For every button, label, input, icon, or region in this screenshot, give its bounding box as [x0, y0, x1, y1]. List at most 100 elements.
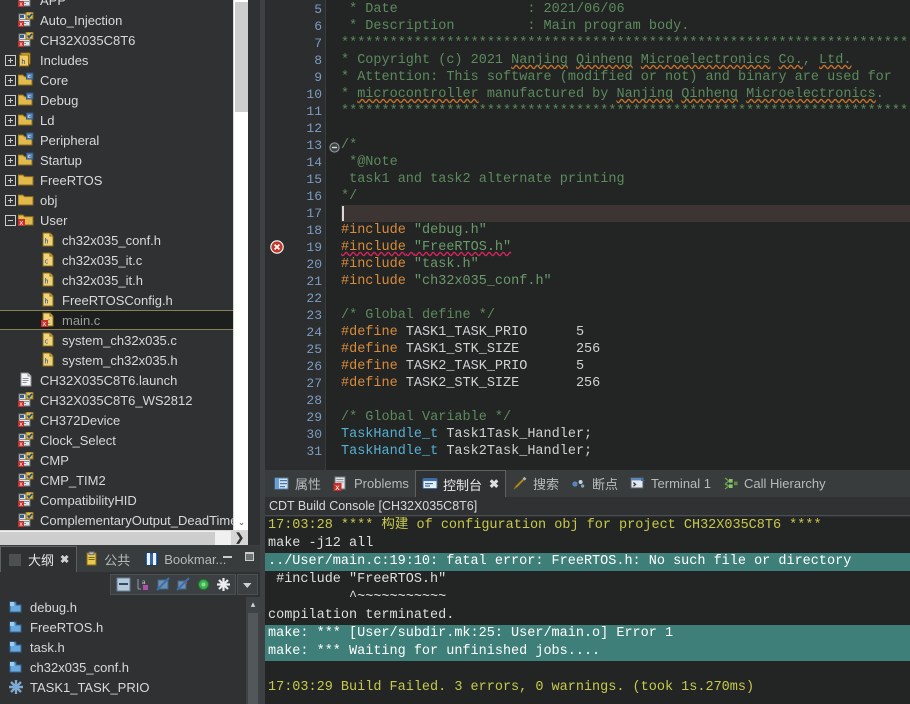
code-line[interactable]: *@Note: [341, 154, 910, 171]
code-line[interactable]: #include "debug.h": [341, 222, 910, 239]
tree-item[interactable]: CH32X035C8T6.launch: [0, 370, 233, 390]
console-tab-属性[interactable]: 属性: [268, 470, 327, 497]
console-error-line[interactable]: ../User/main.c:19:10: fatal error: FreeR…: [265, 553, 910, 571]
console-line[interactable]: compilation terminated.: [265, 607, 910, 625]
console-line[interactable]: make -j12 all: [265, 535, 910, 553]
close-icon[interactable]: ✖: [60, 553, 69, 566]
outline-item[interactable]: ch32x035_conf.h: [0, 657, 260, 677]
code-line[interactable]: * Attention: This software (modified or …: [341, 69, 910, 86]
tree-item[interactable]: c ch32x035_it.c: [0, 250, 233, 270]
tree-item[interactable]: h ch32x035_it.h: [0, 270, 233, 290]
code-line[interactable]: TaskHandle_t Task1Task_Handler;: [341, 426, 910, 443]
error-marker-icon[interactable]: [270, 240, 284, 254]
scrollbar-thumb[interactable]: [248, 613, 258, 704]
scrollbar-thumb[interactable]: [235, 2, 248, 112]
code-line[interactable]: #define TASK2_TASK_PRIO 5: [341, 358, 910, 375]
code-line[interactable]: #define TASK1_TASK_PRIO 5: [341, 324, 910, 341]
code-line[interactable]: * Copyright (c) 2021 Nanjing Qinheng Mic…: [341, 52, 910, 69]
outline-tab-公共[interactable]: 公共: [77, 546, 137, 572]
code-line[interactable]: #include "FreeRTOS.h": [341, 239, 910, 256]
tree-item[interactable]: FreeRTOS: [0, 170, 233, 190]
tree-item[interactable]: x CH372Device: [0, 410, 233, 430]
tree-item[interactable]: c Core: [0, 70, 233, 90]
editor-text-area[interactable]: 5 * Date : 2021/06/06 6 * Description : M…: [265, 0, 910, 470]
project-tree[interactable]: x APP x Auto_Injection x CH32X035C8T6 h Include…: [0, 0, 240, 530]
collapse-all-icon[interactable]: [114, 576, 132, 594]
code-line[interactable]: #include "task.h": [341, 256, 910, 273]
code-line[interactable]: * Description : Main program body.: [341, 18, 910, 35]
project-explorer-vertical-scrollbar[interactable]: ⌄: [233, 0, 248, 530]
outline-item[interactable]: debug.h: [0, 597, 260, 617]
console-error-line[interactable]: make: *** [User/subdir.mk:25: User/main.…: [265, 625, 910, 643]
code-line[interactable]: */: [341, 188, 910, 205]
console-tab-断点[interactable]: 断点: [565, 470, 624, 497]
console-tab-Problems[interactable]: x Problems: [327, 470, 415, 497]
code-line[interactable]: TaskHandle_t Task2Task_Handler;: [341, 443, 910, 460]
code-line[interactable]: * Date : 2021/06/06: [341, 1, 910, 18]
view-menu-icon[interactable]: [237, 574, 258, 595]
scroll-up-arrow-icon[interactable]: ▴: [246, 597, 260, 611]
hide-nonpublic-icon[interactable]: [194, 576, 212, 594]
outline-tab-大纲[interactable]: 大纲 ✖: [0, 546, 78, 572]
code-line[interactable]: [341, 120, 910, 137]
code-line[interactable]: * microcontroller manufactured by Nanjin…: [341, 86, 910, 103]
tree-expand-icon[interactable]: [2, 110, 18, 130]
tree-expand-icon[interactable]: [2, 70, 18, 90]
tree-item[interactable]: x CH32X035C8T6_WS2812: [0, 390, 233, 410]
hide-macros-icon[interactable]: [214, 576, 232, 594]
close-icon[interactable]: ✖: [489, 477, 499, 491]
tree-item[interactable]: obj: [0, 190, 233, 210]
console-line[interactable]: [265, 661, 910, 679]
code-line[interactable]: [341, 392, 910, 409]
tree-expand-icon[interactable]: [2, 150, 18, 170]
tree-item[interactable]: x CMP: [0, 450, 233, 470]
tree-expand-icon[interactable]: [2, 170, 18, 190]
tree-item-selected[interactable]: c x main.c: [0, 310, 240, 330]
tree-expand-icon[interactable]: [2, 90, 18, 110]
code-line[interactable]: [341, 290, 910, 307]
scroll-right-arrow-icon[interactable]: ❯: [231, 531, 248, 545]
scrollbar-thumb[interactable]: [0, 532, 215, 545]
tree-item[interactable]: c Startup: [0, 150, 233, 170]
tree-item[interactable]: x CH32X035C8T6: [0, 30, 233, 50]
console-tab-Call Hierarchy[interactable]: Call Hierarchy: [717, 470, 832, 497]
tree-item[interactable]: x ComplementaryOutput_DeadTime: [0, 510, 238, 530]
tree-item[interactable]: h FreeRTOSConfig.h: [0, 290, 233, 310]
tree-expand-icon[interactable]: [2, 130, 18, 150]
hide-static-icon[interactable]: s: [174, 576, 192, 594]
outline-item[interactable]: FreeRTOS.h: [0, 617, 260, 637]
tree-item[interactable]: c Peripheral: [0, 130, 233, 150]
code-line[interactable]: [341, 205, 910, 222]
outline-item-list[interactable]: debug.h FreeRTOS.h task.h ch32x035_conf.h TA…: [0, 597, 260, 704]
code-line[interactable]: #define TASK2_STK_SIZE 256: [341, 375, 910, 392]
outline-vertical-scrollbar[interactable]: ▴: [246, 597, 260, 704]
minimize-icon[interactable]: [221, 550, 234, 568]
outline-item[interactable]: TASK1_TASK_PRIO: [0, 677, 260, 697]
tree-collapse-icon[interactable]: [2, 210, 18, 230]
code-line[interactable]: ****************************************…: [341, 35, 910, 52]
code-line[interactable]: /* Global define */: [341, 307, 910, 324]
scroll-down-arrow-icon[interactable]: ⌄: [234, 514, 248, 530]
console-tab-Terminal 1[interactable]: Terminal 1: [624, 470, 717, 497]
project-explorer-horizontal-scrollbar[interactable]: ❯: [0, 530, 248, 545]
tree-expand-icon[interactable]: [2, 50, 18, 70]
console-tab-搜索[interactable]: 搜索: [506, 470, 565, 497]
tree-item[interactable]: c system_ch32x035.c: [0, 330, 233, 350]
sort-icon[interactable]: a: [134, 576, 152, 594]
console-line[interactable]: #include "FreeRTOS.h": [265, 571, 910, 589]
console-output[interactable]: 17:03:28 **** 构建 of configuration obj fo…: [265, 517, 910, 704]
tree-item[interactable]: h system_ch32x035.h: [0, 350, 233, 370]
code-line[interactable]: ****************************************…: [341, 103, 910, 120]
tree-item[interactable]: c Ld: [0, 110, 233, 130]
console-line[interactable]: 17:03:28 **** 构建 of configuration obj fo…: [265, 517, 910, 535]
tree-item[interactable]: x CompatibilityHID: [0, 490, 233, 510]
console-error-line[interactable]: make: *** Waiting for unfinished jobs...…: [265, 643, 910, 661]
hide-fields-icon[interactable]: [154, 576, 172, 594]
tree-item[interactable]: x Clock_Select: [0, 430, 233, 450]
console-tab-控制台[interactable]: 控制台 ✖: [414, 470, 507, 497]
tree-expand-icon[interactable]: [2, 190, 18, 210]
code-line[interactable]: /* Global Variable */: [341, 409, 910, 426]
code-line[interactable]: #include "ch32x035_conf.h": [341, 273, 910, 290]
tree-item[interactable]: x CMP_TIM2: [0, 470, 233, 490]
console-line[interactable]: 17:03:29 Build Failed. 3 errors, 0 warni…: [265, 679, 910, 697]
